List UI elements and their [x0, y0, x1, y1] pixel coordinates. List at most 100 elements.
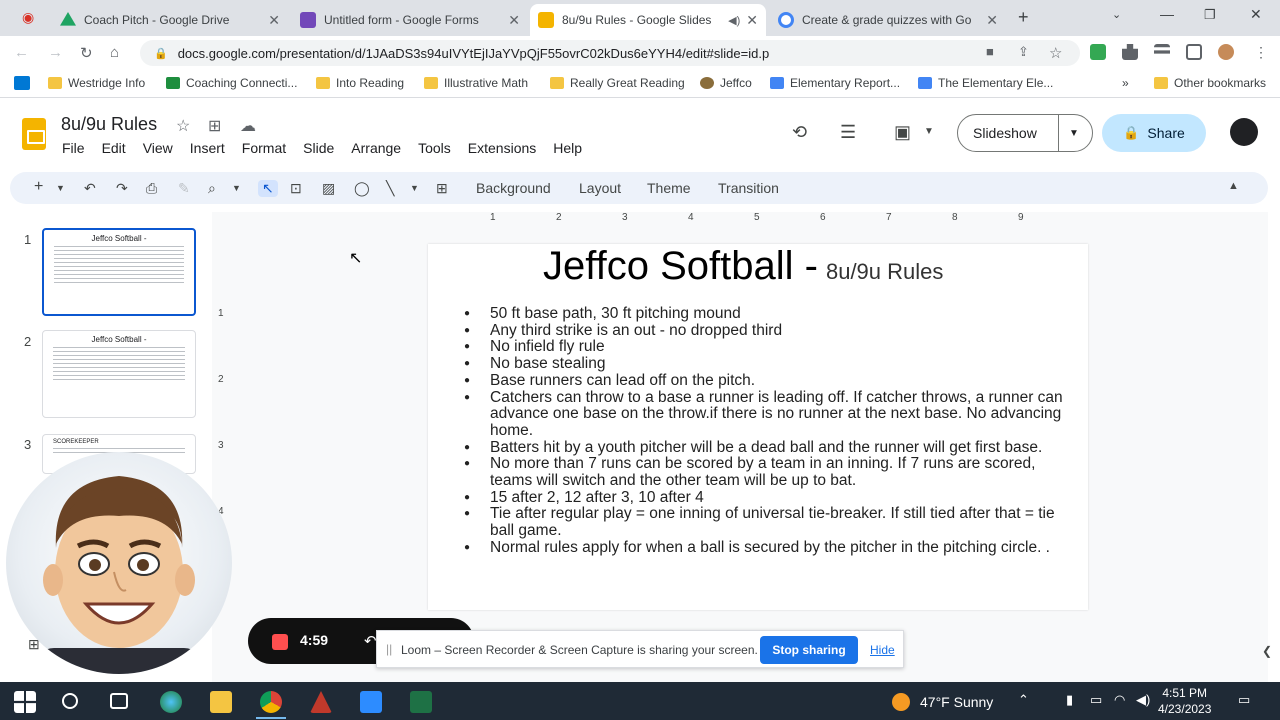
url-bar[interactable]: 🔒 docs.google.com/presentation/d/1JAaDS3… [140, 40, 1080, 66]
slide-thumbnail-1[interactable]: Jeffco Softball - [42, 228, 196, 316]
zoom-app-icon[interactable] [360, 691, 382, 713]
bookmark-other[interactable]: Other bookmarks [1154, 76, 1266, 90]
chevron-down-icon[interactable]: ▼ [410, 183, 419, 193]
speaker-icon[interactable]: ◀) [728, 14, 740, 27]
home-icon[interactable]: ⌂ [110, 44, 119, 61]
close-tab-icon[interactable]: ✕ [508, 12, 520, 29]
background-button[interactable]: Background [476, 180, 551, 196]
collapse-toolbar-icon[interactable]: ▲ [1228, 180, 1239, 192]
bookmark-illustrative-math[interactable]: Illustrative Math [424, 76, 528, 90]
shape-icon[interactable]: ◯ [354, 180, 370, 197]
move-folder-icon[interactable]: ⊞ [208, 116, 221, 136]
slide-thumbnail-2[interactable]: Jeffco Softball - [42, 330, 196, 418]
back-icon[interactable]: ← [14, 44, 29, 61]
restart-icon[interactable]: ↶ [364, 632, 377, 650]
horizontal-ruler[interactable]: 1 2 3 4 5 6 7 8 9 [428, 212, 1088, 230]
new-slide-icon[interactable]: + [34, 178, 43, 196]
profile-avatar-icon[interactable] [1218, 44, 1234, 60]
task-view-icon[interactable] [110, 693, 128, 709]
side-panel-icon[interactable] [1186, 44, 1202, 60]
paint-format-icon[interactable]: ✎ [178, 180, 190, 197]
battery-icon[interactable]: ▭ [1090, 692, 1102, 708]
minimize-icon[interactable]: — [1160, 6, 1174, 22]
slideshow-button[interactable]: Slideshow ▼ [957, 114, 1093, 152]
stop-recording-icon[interactable] [272, 634, 288, 650]
browser-tab-drive[interactable]: Coach Pitch - Google Drive ✕ [52, 4, 288, 36]
outlook-app-icon[interactable] [14, 76, 36, 90]
excel-icon[interactable] [410, 691, 432, 713]
drag-handle-icon[interactable]: || [386, 642, 392, 656]
bookmark-westridge[interactable]: Westridge Info [48, 76, 145, 90]
document-title[interactable]: 8u/9u Rules [61, 114, 157, 135]
comment-add-icon[interactable]: ⊞ [436, 180, 448, 197]
forward-icon[interactable]: → [48, 44, 63, 61]
bookmark-elementary-report[interactable]: Elementary Report... [770, 76, 900, 90]
volume-icon[interactable]: ◀) [1136, 692, 1150, 708]
close-tab-icon[interactable]: ✕ [986, 12, 998, 29]
stop-sharing-button[interactable]: Stop sharing [760, 636, 858, 664]
chevron-down-icon[interactable]: ▼ [56, 183, 65, 193]
restore-icon[interactable]: ❐ [1204, 7, 1216, 23]
bookmark-coaching[interactable]: Coaching Connecti... [166, 76, 297, 90]
star-icon[interactable]: ☆ [176, 116, 190, 136]
share-page-icon[interactable]: ⇪ [1018, 44, 1029, 60]
window-close-icon[interactable]: ✕ [1250, 6, 1262, 23]
share-button[interactable]: 🔒 Share [1102, 114, 1206, 152]
bookmark-elementary-ele[interactable]: The Elementary Ele... [918, 76, 1053, 90]
theme-button[interactable]: Theme [647, 180, 691, 196]
hide-link[interactable]: Hide [870, 643, 895, 657]
menu-extensions[interactable]: Extensions [468, 140, 536, 156]
wifi-icon[interactable]: ◠ [1114, 692, 1125, 708]
browser-tab-forms[interactable]: Untitled form - Google Forms ✕ [292, 4, 528, 36]
chrome-menu-icon[interactable]: ⋮ [1254, 44, 1268, 61]
meet-camera-icon[interactable]: ▣ [894, 122, 911, 143]
app-icon[interactable] [310, 691, 332, 713]
browser-tab-quizzes[interactable]: Create & grade quizzes with Go ✕ [770, 4, 1006, 36]
side-panel-toggle-icon[interactable]: ❮ [1262, 644, 1272, 658]
transition-button[interactable]: Transition [718, 180, 779, 196]
select-cursor-icon[interactable]: ↖ [258, 180, 278, 197]
chrome-icon[interactable] [260, 691, 282, 713]
microphone-icon[interactable]: ▮ [1066, 692, 1073, 708]
browser-tab-slides[interactable]: 8u/9u Rules - Google Slides ◀) ✕ [530, 4, 766, 36]
new-tab-icon[interactable]: + [1018, 7, 1029, 28]
slides-logo-icon[interactable] [22, 118, 46, 150]
undo-icon[interactable]: ↶ [84, 180, 96, 197]
bookmark-into-reading[interactable]: Into Reading [316, 76, 404, 90]
close-tab-icon[interactable]: ✕ [268, 12, 280, 29]
menu-insert[interactable]: Insert [190, 140, 225, 156]
chevron-down-icon[interactable]: ▼ [232, 183, 241, 193]
menu-tools[interactable]: Tools [418, 140, 451, 156]
bookmark-jeffco[interactable]: Jeffco [700, 76, 752, 90]
slideshow-dropdown-icon[interactable]: ▼ [1059, 128, 1079, 139]
file-explorer-icon[interactable] [210, 691, 232, 713]
menu-arrange[interactable]: Arrange [351, 140, 401, 156]
text-box-icon[interactable]: ⊡ [290, 180, 302, 197]
bookmark-star-icon[interactable]: ☆ [1049, 44, 1062, 62]
image-icon[interactable]: ▨ [322, 180, 335, 197]
menu-file[interactable]: File [62, 140, 85, 156]
extension-icon[interactable] [1090, 44, 1106, 60]
menu-format[interactable]: Format [242, 140, 286, 156]
menu-edit[interactable]: Edit [102, 140, 126, 156]
notifications-icon[interactable]: ▭ [1238, 692, 1250, 708]
tray-chevron-icon[interactable]: ⌃ [1018, 692, 1029, 708]
redo-icon[interactable]: ↷ [116, 180, 128, 197]
menu-slide[interactable]: Slide [303, 140, 334, 156]
comments-icon[interactable]: ☰ [840, 122, 856, 143]
search-icon[interactable] [62, 693, 78, 709]
system-clock[interactable]: 4:51 PM 4/23/2023 [1158, 685, 1211, 717]
reload-icon[interactable]: ↻ [80, 44, 93, 62]
menu-help[interactable]: Help [553, 140, 582, 156]
line-icon[interactable]: ╲ [386, 180, 394, 197]
weather-widget[interactable]: 47°F Sunny [892, 693, 993, 711]
print-icon[interactable]: ⎙ [146, 180, 157, 197]
current-slide[interactable]: Jeffco Softball - 8u/9u Rules 50 ft base … [428, 244, 1088, 610]
rules-list[interactable]: 50 ft base path, 30 ft pitching mound An… [464, 305, 1074, 557]
cast-icon[interactable]: ■ [986, 44, 994, 59]
more-bookmarks-icon[interactable]: » [1122, 76, 1129, 90]
menu-view[interactable]: View [143, 140, 173, 156]
account-avatar[interactable] [1230, 118, 1258, 146]
bookmark-really-great-reading[interactable]: Really Great Reading [550, 76, 685, 90]
windows-start-icon[interactable] [14, 691, 36, 713]
